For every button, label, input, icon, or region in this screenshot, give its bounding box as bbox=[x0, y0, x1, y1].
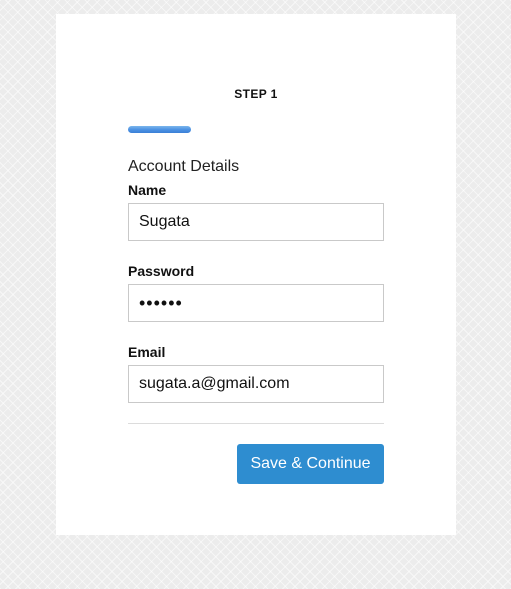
email-label: Email bbox=[128, 344, 166, 360]
email-input[interactable] bbox=[128, 365, 384, 403]
password-label: Password bbox=[128, 263, 195, 279]
step-title: STEP 1 bbox=[234, 87, 278, 101]
name-label: Name bbox=[128, 182, 167, 198]
form-divider bbox=[128, 423, 384, 424]
step-progress-fill bbox=[128, 126, 191, 133]
password-input[interactable] bbox=[128, 284, 384, 322]
form-card: STEP 1 Account Details Name Password Ema… bbox=[56, 14, 456, 535]
section-title: Account Details bbox=[128, 158, 240, 175]
name-input[interactable] bbox=[128, 203, 384, 241]
step-progress-bar bbox=[128, 126, 191, 133]
save-continue-button[interactable]: Save & Continue bbox=[237, 444, 384, 484]
